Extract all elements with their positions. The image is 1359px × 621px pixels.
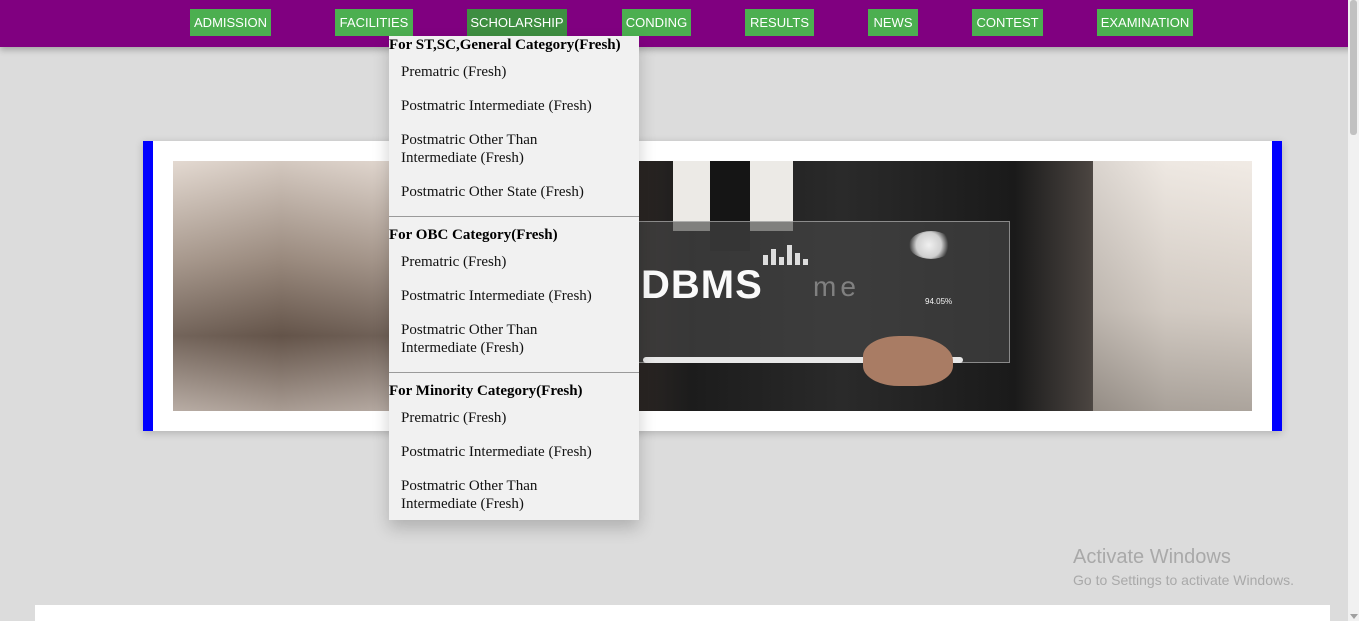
nav-facilities-button[interactable]: FACILITIES [335, 9, 413, 36]
dropdown-item[interactable]: Postmatric Other Than Intermediate (Fres… [401, 321, 561, 357]
dropdown-item[interactable]: Postmatric Other Than Intermediate (Fres… [401, 131, 561, 167]
dropdown-heading-obc: For OBC Category(Fresh) [389, 227, 558, 243]
nav-news-button[interactable]: NEWS [868, 9, 918, 36]
banner-ghost-text: me [813, 271, 860, 302]
dropdown-divider [389, 372, 639, 373]
dropdown-item[interactable]: Prematric (Fresh) [401, 409, 631, 427]
banner-bar-graphic [763, 243, 823, 265]
scholarship-dropdown-menu: For ST,SC,General Category(Fresh) Premat… [389, 36, 639, 520]
dropdown-item[interactable]: Prematric (Fresh) [401, 63, 631, 81]
dropdown-item[interactable]: Postmatric Intermediate (Fresh) [401, 97, 631, 115]
bottom-content-panel [35, 605, 1330, 621]
banner-hand [863, 336, 953, 386]
nav-admission-button[interactable]: ADMISSION [190, 9, 271, 36]
banner-percent-text: 94.05% [925, 297, 953, 306]
dropdown-item[interactable]: Postmatric Intermediate (Fresh) [401, 287, 631, 305]
banner-card: DBMS me 94.05% [143, 141, 1282, 431]
top-nav-bar: ADMISSION FACILITIES SCHOLARSHIP CONDING… [0, 0, 1359, 47]
nav-conding-button[interactable]: CONDING [622, 9, 691, 36]
banner-screen-text: DBMS [641, 263, 763, 307]
banner-background-blur-right [1093, 161, 1252, 411]
nav-contest-button[interactable]: CONTEST [972, 9, 1043, 36]
dropdown-divider [389, 216, 639, 217]
dropdown-item[interactable]: Postmatric Other State (Fresh) [401, 183, 631, 201]
banner-background-blur-left [173, 161, 403, 411]
dropdown-item[interactable]: Postmatric Intermediate (Fresh) [401, 443, 631, 461]
banner-globe-graphic [909, 231, 953, 259]
scrollbar-thumb[interactable] [1350, 0, 1357, 135]
nav-scholarship-button[interactable]: SCHOLARSHIP [467, 9, 567, 36]
nav-examination-button[interactable]: EXAMINATION [1097, 9, 1193, 36]
banner-image: DBMS me 94.05% [173, 161, 1252, 411]
dropdown-heading-st-sc-general: For ST,SC,General Category(Fresh) [389, 37, 621, 53]
dropdown-item[interactable]: Postmatric Other Than Intermediate (Fres… [401, 477, 561, 513]
dropdown-item[interactable]: Prematric (Fresh) [401, 253, 631, 271]
banner-left-border [143, 141, 153, 431]
scroll-down-arrow-icon[interactable] [1350, 614, 1358, 619]
banner-right-border [1272, 141, 1282, 431]
dropdown-heading-minority: For Minority Category(Fresh) [389, 383, 583, 399]
activation-watermark-title: Activate Windows [1073, 546, 1231, 568]
nav-results-button[interactable]: RESULTS [745, 9, 814, 36]
activation-watermark-subtitle: Go to Settings to activate Windows. [1073, 572, 1294, 588]
